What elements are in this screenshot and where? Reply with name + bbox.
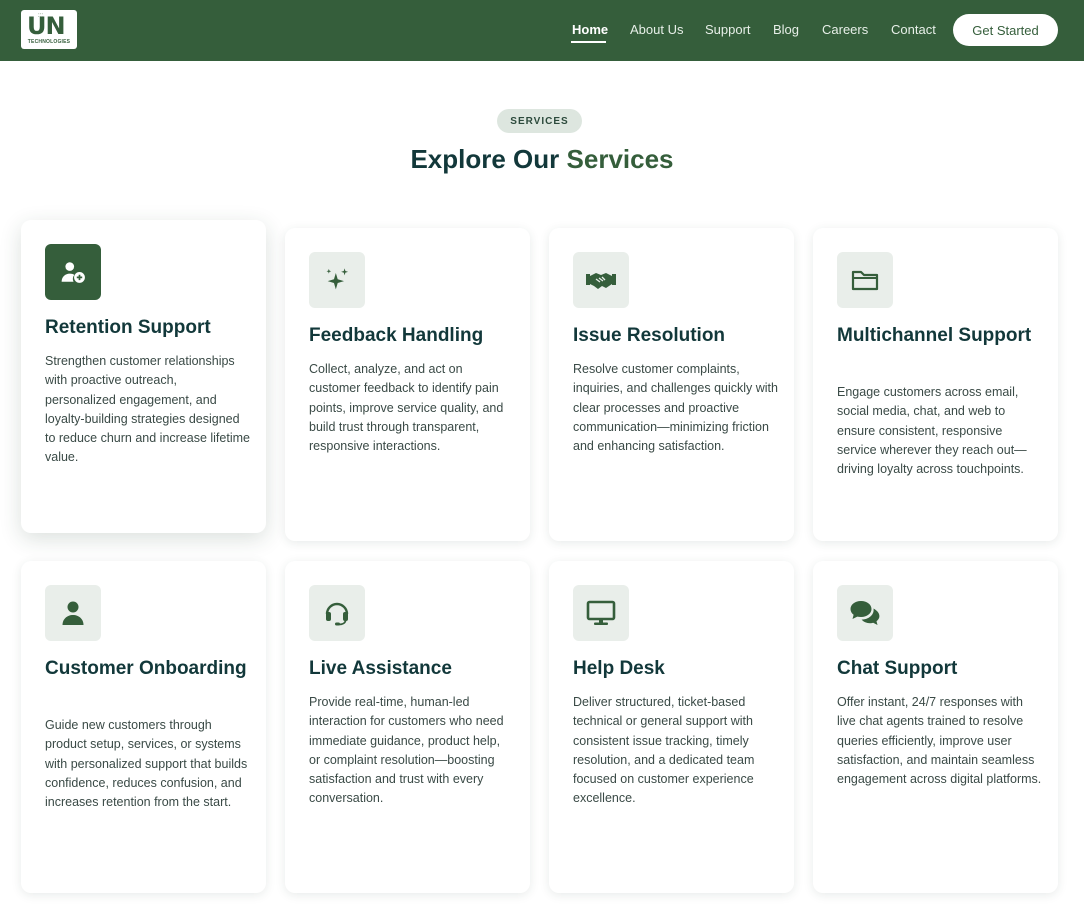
get-started-button[interactable]: Get Started: [953, 14, 1058, 46]
card-icon-box: [309, 585, 365, 641]
nav-contact[interactable]: Contact: [891, 22, 936, 37]
nav-support[interactable]: Support: [705, 22, 751, 37]
logo-subtext: TECHNOLOGIES: [27, 39, 71, 45]
card-icon-box: [573, 252, 629, 308]
section-pill: SERVICES: [497, 109, 582, 133]
card-description: Resolve customer complaints, inquiries, …: [573, 362, 778, 454]
card-title: Multichannel Support: [837, 325, 1032, 346]
user-plus-icon: [61, 262, 85, 283]
card-description: Collect, analyze, and act on customer fe…: [309, 362, 504, 454]
service-card-help-desk[interactable]: Help Desk Deliver structured, ticket-bas…: [549, 561, 794, 893]
nav-blog[interactable]: Blog: [773, 22, 799, 37]
card-description: Strengthen customer relationships with p…: [45, 354, 250, 465]
user-icon: [62, 601, 84, 625]
card-title: Issue Resolution: [573, 325, 726, 346]
service-card-retention-support[interactable]: Retention Support Strengthen customer re…: [21, 220, 266, 533]
card-icon-box: [309, 252, 365, 308]
sparkles-icon: [326, 268, 349, 290]
card-description: Engage customers across email, social me…: [837, 385, 1027, 477]
card-description: Guide new customers through product setu…: [45, 718, 248, 810]
nav-careers[interactable]: Careers: [822, 22, 868, 37]
nav-about-us[interactable]: About Us: [630, 22, 683, 37]
logo-text: UN: [27, 12, 66, 40]
service-card-live-assistance[interactable]: Live Assistance Provide real-time, human…: [285, 561, 530, 893]
card-icon-box: [573, 585, 629, 641]
card-title: Customer Onboarding: [45, 658, 247, 679]
folder-icon: [851, 270, 879, 291]
card-icon-box: [837, 585, 893, 641]
heading-main: Explore Our: [410, 144, 560, 174]
nav-home[interactable]: Home: [572, 22, 608, 37]
site-header: ::: UN TECHNOLOGIES Home About Us Suppor…: [0, 0, 1084, 61]
heading-accent: Services: [566, 144, 674, 174]
card-icon-box: [45, 585, 101, 641]
card-title: Chat Support: [837, 658, 958, 679]
company-logo[interactable]: ::: UN TECHNOLOGIES: [21, 10, 77, 49]
card-description: Provide real-time, human-led interaction…: [309, 695, 504, 806]
monitor-icon: [586, 600, 616, 625]
card-icon-box: [45, 244, 101, 300]
card-description: Offer instant, 24/7 responses with live …: [837, 695, 1042, 787]
card-description: Deliver structured, ticket-based technic…: [573, 695, 755, 806]
service-card-feedback-handling[interactable]: Feedback Handling Collect, analyze, and …: [285, 228, 530, 541]
card-title: Help Desk: [573, 658, 665, 679]
chat-bubbles-icon: [850, 601, 880, 625]
handshake-icon: [586, 273, 616, 289]
service-card-multichannel-support[interactable]: Multichannel Support Engage customers ac…: [813, 228, 1058, 541]
service-card-issue-resolution[interactable]: Issue Resolution Resolve customer compla…: [549, 228, 794, 541]
card-title: Retention Support: [45, 317, 211, 338]
service-card-customer-onboarding[interactable]: Customer Onboarding Guide new customers …: [21, 561, 266, 893]
nav-active-underline: [571, 41, 606, 43]
card-title: Feedback Handling: [309, 325, 484, 346]
service-card-chat-support[interactable]: Chat Support Offer instant, 24/7 respons…: [813, 561, 1058, 893]
headset-icon: [325, 602, 349, 626]
card-icon-box: [837, 252, 893, 308]
card-title: Live Assistance: [309, 658, 452, 679]
section-heading: Explore Our Services: [0, 144, 1084, 175]
